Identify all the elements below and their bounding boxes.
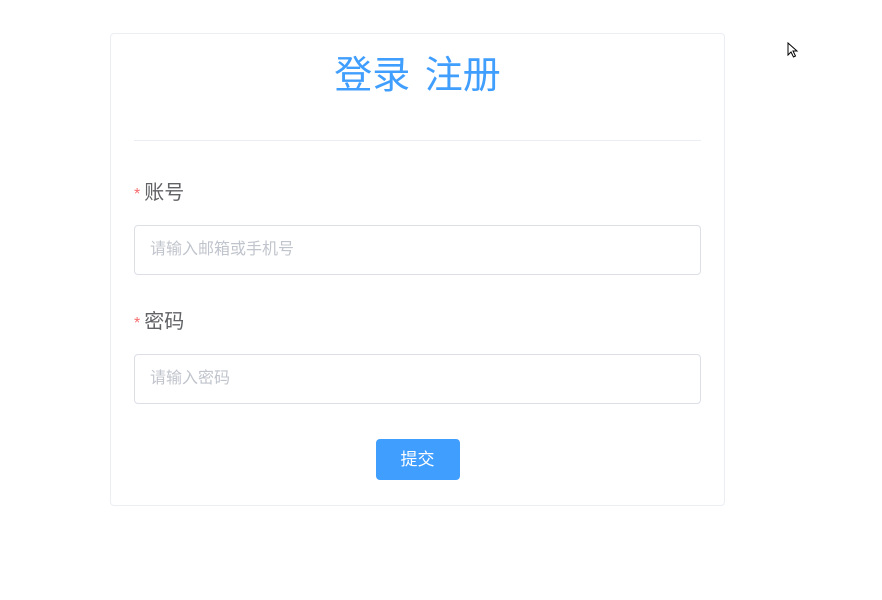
login-card: 登录 注册 *账号 *密码 提交 <box>110 33 725 506</box>
login-link[interactable]: 登录 <box>334 55 410 97</box>
cursor-icon <box>787 42 803 60</box>
required-star-icon: * <box>134 315 140 332</box>
password-input[interactable] <box>134 354 701 404</box>
required-star-icon: * <box>134 186 140 203</box>
password-form-item: *密码 <box>134 310 701 404</box>
account-label-text: 账号 <box>144 182 184 204</box>
account-input[interactable] <box>134 225 701 275</box>
password-label-text: 密码 <box>144 311 184 333</box>
submit-row: 提交 <box>134 439 701 480</box>
password-label: *密码 <box>134 310 701 334</box>
account-label: *账号 <box>134 181 701 205</box>
register-link[interactable]: 注册 <box>425 55 501 97</box>
card-header: 登录 注册 <box>134 54 701 141</box>
submit-button[interactable]: 提交 <box>376 439 460 480</box>
account-form-item: *账号 <box>134 181 701 275</box>
